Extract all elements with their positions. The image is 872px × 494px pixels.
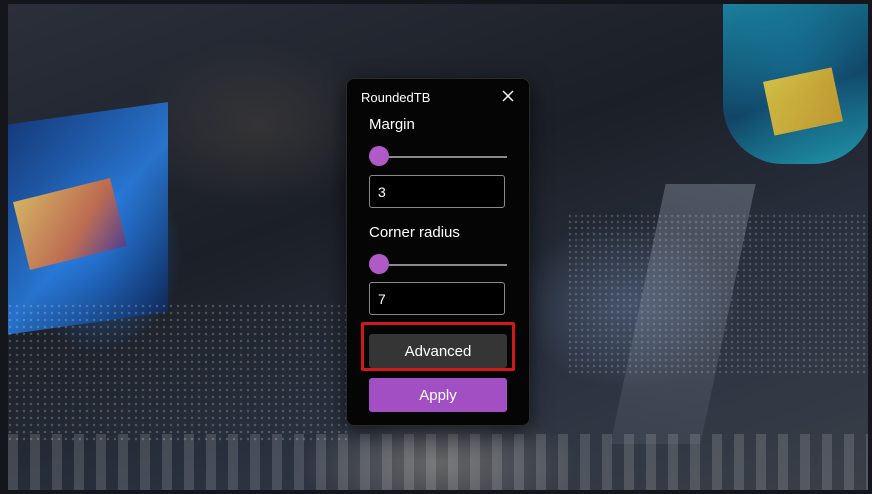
margin-slider-thumb[interactable] bbox=[369, 146, 389, 166]
wallpaper-crosswalk bbox=[8, 434, 868, 490]
close-icon bbox=[502, 90, 514, 102]
margin-slider[interactable] bbox=[369, 146, 507, 167]
corner-radius-slider-track bbox=[369, 264, 507, 266]
apply-button[interactable]: Apply bbox=[369, 378, 507, 412]
corner-radius-slider-thumb[interactable] bbox=[369, 254, 389, 274]
wallpaper-crowd-left bbox=[8, 304, 348, 444]
wallpaper-crowd-right bbox=[568, 214, 868, 374]
margin-label: Margin bbox=[369, 116, 415, 133]
advanced-button[interactable]: Advanced bbox=[369, 334, 507, 368]
close-button[interactable] bbox=[497, 85, 519, 107]
corner-radius-label: Corner radius bbox=[369, 224, 460, 241]
roundedtb-dialog: RoundedTB Margin Corner radius Advanced … bbox=[346, 78, 530, 426]
corner-radius-slider[interactable] bbox=[369, 254, 507, 275]
dialog-title: RoundedTB bbox=[361, 90, 431, 105]
corner-radius-input[interactable] bbox=[369, 282, 505, 315]
margin-slider-track bbox=[369, 156, 507, 158]
margin-input[interactable] bbox=[369, 175, 505, 208]
